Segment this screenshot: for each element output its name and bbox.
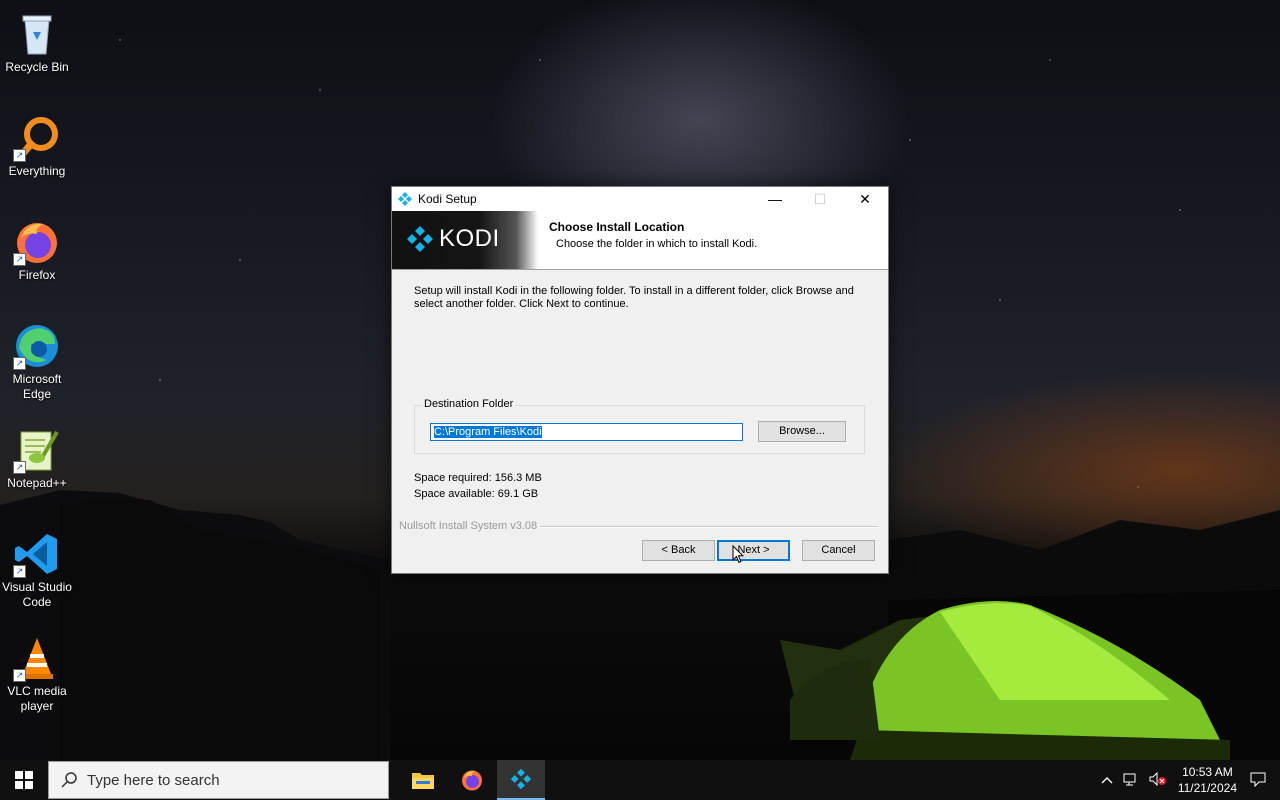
desktop-icon-visual-studio-code[interactable]: ↗ Visual Studio Code	[0, 526, 74, 610]
network-icon[interactable]	[1123, 772, 1139, 789]
kodi-banner: KODI	[392, 211, 538, 269]
desktop-icon-firefox[interactable]: ↗ Firefox	[0, 214, 74, 283]
taskbar-firefox[interactable]	[448, 760, 496, 800]
intro-text: Setup will install Kodi in the following…	[414, 285, 854, 310]
shortcut-arrow-icon: ↗	[13, 461, 26, 474]
taskbar-kodi-setup[interactable]	[497, 760, 545, 800]
desktop-icon-label: Everything	[8, 164, 66, 178]
desktop-icon-label: Notepad++	[7, 476, 67, 490]
divider	[540, 526, 878, 528]
firefox-icon	[462, 770, 482, 791]
vscode-icon: ↗	[13, 530, 61, 578]
group-label: Destination Folder	[422, 398, 516, 410]
window-title: Kodi Setup	[418, 192, 477, 206]
minimize-button[interactable]: —	[752, 187, 798, 211]
wizard-body: Setup will install Kodi in the following…	[392, 270, 888, 573]
desktop-icon-label: Microsoft Edge	[12, 372, 62, 401]
shortcut-arrow-icon: ↗	[13, 357, 26, 370]
desktop-icon-notepad-plus-plus[interactable]: ↗ Notepad++	[0, 422, 74, 491]
desktop-icon-label: VLC media player	[7, 684, 67, 713]
recycle-bin-icon	[13, 10, 61, 58]
page-title: Choose Install Location	[549, 220, 685, 234]
title-bar[interactable]: Kodi Setup — ☐ ✕	[392, 187, 888, 211]
desktop-icon-microsoft-edge[interactable]: ↗ Microsoft Edge	[0, 318, 74, 402]
everything-icon: ↗	[13, 114, 61, 162]
mouse-cursor-icon	[732, 545, 744, 564]
volume-muted-icon[interactable]	[1149, 771, 1167, 789]
system-tray: 10:53 AM 11/21/2024	[1096, 760, 1280, 800]
installer-branding: Nullsoft Install System v3.08	[399, 520, 538, 532]
destination-folder-group: Destination Folder C:\Program Files\Kodi…	[414, 398, 865, 454]
action-center-icon[interactable]	[1250, 771, 1266, 790]
clock-date: 11/21/2024	[1177, 781, 1237, 795]
clock-time: 10:53 AM	[1182, 765, 1233, 779]
back-button[interactable]: < Back	[642, 540, 715, 561]
desktop-icon-recycle-bin[interactable]: Recycle Bin	[0, 6, 74, 75]
kodi-logo-text: KODI	[439, 225, 500, 252]
kodi-logo: KODI	[406, 225, 500, 253]
maximize-button: ☐	[813, 190, 827, 207]
taskbar-search-box[interactable]: Type here to search	[48, 761, 389, 799]
show-hidden-icons-chevron-up-icon[interactable]	[1101, 773, 1113, 787]
kodi-logo-icon	[407, 226, 433, 252]
search-placeholder: Type here to search	[87, 771, 220, 789]
desktop-icon-vlc-media-player[interactable]: ↗ VLC media player	[0, 630, 74, 714]
taskbar-clock[interactable]: 10:53 AM 11/21/2024	[1178, 764, 1237, 796]
taskbar: Type here to search 10:53 AM 11/21/2024	[0, 760, 1280, 800]
kodi-setup-window: Kodi Setup — ☐ ✕ KODI Choose Install Loc…	[391, 186, 889, 574]
firefox-icon: ↗	[13, 218, 61, 266]
destination-path-text: C:\Program Files\Kodi	[434, 426, 542, 438]
page-subtitle: Choose the folder in which to install Ko…	[556, 238, 758, 250]
destination-path-input[interactable]: C:\Program Files\Kodi	[430, 423, 743, 441]
shortcut-arrow-icon: ↗	[13, 565, 26, 578]
desktop-icon-label: Recycle Bin	[5, 60, 69, 74]
desktop-icon-everything[interactable]: ↗ Everything	[0, 110, 74, 179]
file-explorer-icon	[412, 773, 434, 789]
edge-icon: ↗	[13, 322, 61, 370]
desktop-icon-label: Visual Studio Code	[2, 580, 72, 609]
browse-button[interactable]: Browse...	[758, 421, 846, 442]
close-button[interactable]: ✕	[842, 187, 888, 211]
wizard-header: KODI Choose Install Location Choose the …	[392, 211, 888, 270]
shortcut-arrow-icon: ↗	[13, 669, 26, 682]
desktop-icon-label: Firefox	[18, 268, 56, 282]
shortcut-arrow-icon: ↗	[13, 253, 26, 266]
search-icon	[61, 772, 77, 788]
start-button[interactable]	[0, 760, 48, 800]
vlc-icon: ↗	[13, 634, 61, 682]
space-required: Space required: 156.3 MB	[414, 472, 542, 484]
space-available: Space available: 69.1 GB	[414, 488, 539, 500]
kodi-icon	[510, 768, 532, 790]
cancel-button[interactable]: Cancel	[802, 540, 875, 561]
shortcut-arrow-icon: ↗	[13, 149, 26, 162]
next-button[interactable]: Next >	[717, 540, 790, 561]
kodi-icon	[398, 192, 412, 206]
taskbar-file-explorer[interactable]	[399, 760, 447, 800]
windows-logo-icon	[15, 771, 33, 789]
notepad-plus-plus-icon: ↗	[13, 426, 61, 474]
